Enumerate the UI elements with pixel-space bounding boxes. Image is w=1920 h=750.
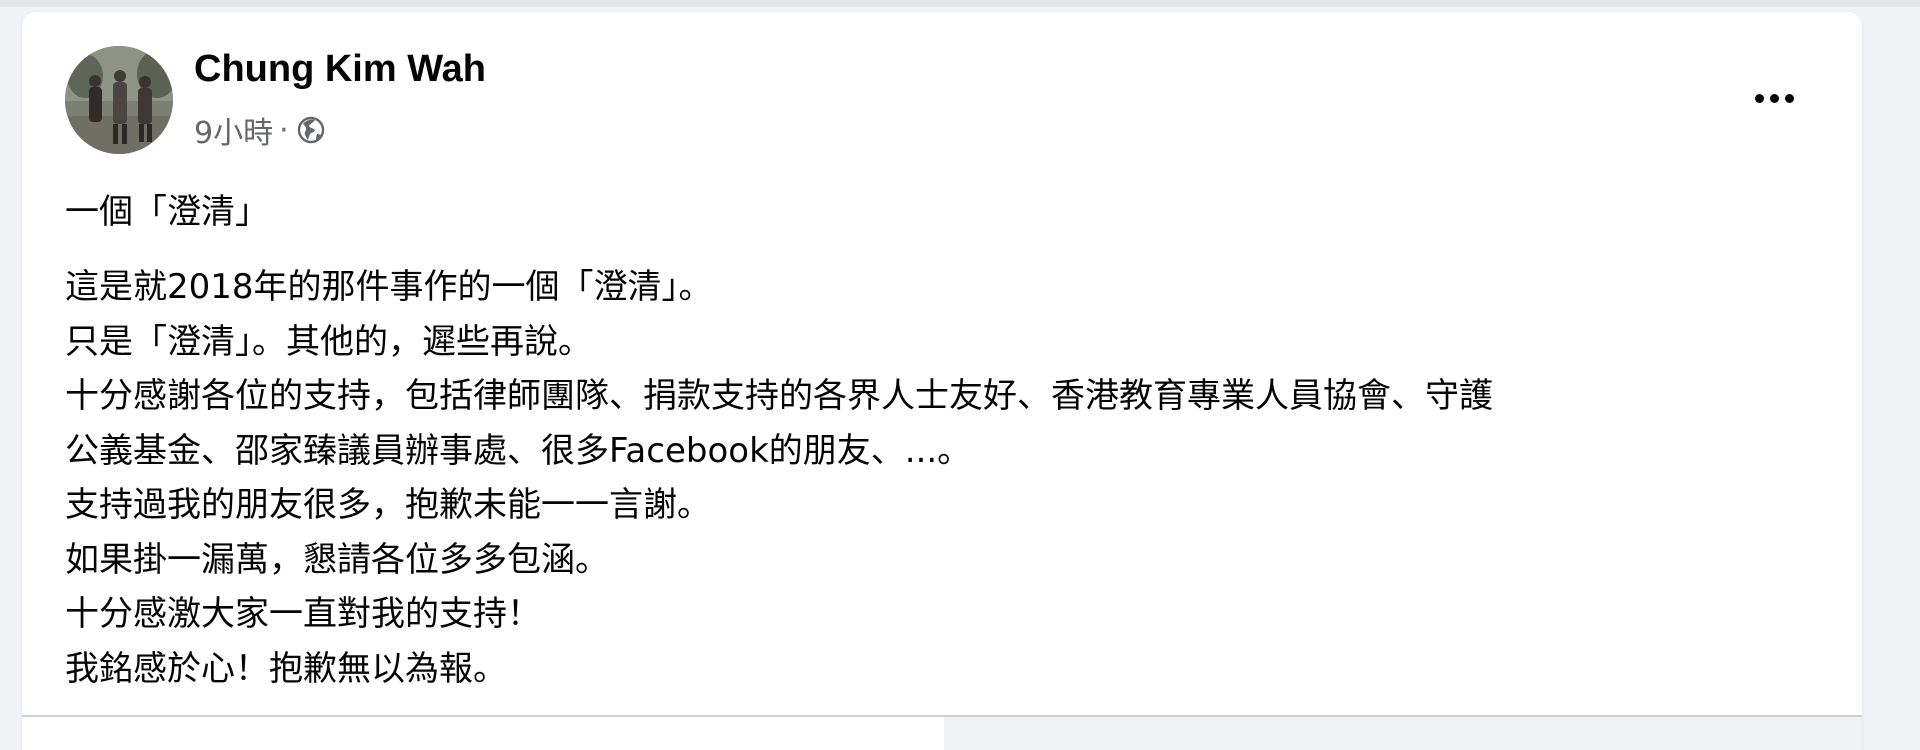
more-options-icon <box>1754 93 1764 103</box>
post-line: 公義基金、邵家臻議員辦事處、很多Facebook的朋友、...。 <box>65 430 972 471</box>
meta-separator: · <box>279 112 289 148</box>
avatar[interactable] <box>65 46 173 154</box>
post-footer-right <box>944 717 1862 750</box>
post-line: 十分感激大家一直對我的支持！ <box>65 594 541 634</box>
post-line: 十分感謝各位的支持，包括律師團隊、捐款支持的各界人士友好、香港教育專業人員協會、… <box>65 376 1493 416</box>
post-body: 這是就2018年的那件事作的一個「澄清」。 只是「澄清」。其他的，遲些再說。 十… <box>65 260 1845 696</box>
post-card: Chung Kim Wah 9小時 · 一個「澄清」 這是就2018年的那件事作… <box>22 12 1862 750</box>
more-options-icon-dot <box>1784 93 1794 103</box>
post-meta: 9小時 · <box>194 108 327 152</box>
avatar-image <box>65 46 173 154</box>
post-line: 支持過我的朋友很多，抱歉未能一一言謝。 <box>65 485 711 525</box>
post-line: 只是「澄清」。其他的，遲些再說。 <box>65 321 592 362</box>
post-title: 一個「澄清」 <box>65 192 269 232</box>
post-line: 如果掛一漏萬，懇請各位多多包涵。 <box>65 539 609 580</box>
post-timestamp[interactable]: 9小時 <box>194 108 273 152</box>
post-line: 我銘感於心！抱歉無以為報。 <box>65 648 507 689</box>
top-edge <box>0 0 1920 7</box>
post-line: 這是就2018年的那件事作的一個「澄清」。 <box>65 267 713 307</box>
page: Chung Kim Wah 9小時 · 一個「澄清」 這是就2018年的那件事作… <box>0 0 1920 750</box>
globe-icon[interactable] <box>295 114 327 146</box>
more-options-icon-dot <box>1769 93 1779 103</box>
post-footer-left <box>22 717 942 750</box>
author-name[interactable]: Chung Kim Wah <box>194 48 486 91</box>
more-options-button[interactable] <box>1744 78 1804 118</box>
